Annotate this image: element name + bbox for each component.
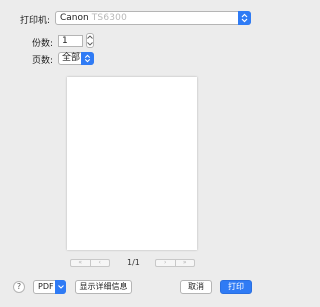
- page-nav-back: « ‹: [70, 259, 110, 267]
- printer-select[interactable]: Canon TS6300: [55, 11, 251, 25]
- question-icon: ?: [16, 282, 22, 291]
- chevron-updown-icon: [81, 52, 94, 65]
- copies-label: 份数:: [32, 39, 54, 49]
- page-nav-forward: › »: [155, 259, 195, 267]
- page-counter: 1/1: [127, 258, 140, 267]
- chevron-left-icon: ‹: [98, 259, 101, 266]
- pages-value: 全部: [62, 53, 81, 63]
- previous-page-button[interactable]: ‹: [89, 259, 110, 266]
- show-details-button[interactable]: 显示详细信息: [75, 280, 132, 294]
- pdf-label: PDF: [38, 282, 54, 291]
- help-button[interactable]: ?: [13, 281, 25, 293]
- pdf-menu-button[interactable]: PDF: [33, 280, 66, 294]
- page-preview: [67, 77, 197, 250]
- first-page-button[interactable]: «: [71, 260, 90, 266]
- last-page-button[interactable]: »: [174, 259, 195, 266]
- next-page-button[interactable]: ›: [156, 260, 175, 266]
- print-button[interactable]: 打印: [220, 280, 252, 294]
- chevron-right-icon: ›: [164, 259, 167, 266]
- double-chevron-right-icon: »: [182, 259, 187, 266]
- copies-field[interactable]: 1: [58, 35, 83, 47]
- print-dialog: 打印机: CanonTS6300 份数: 1 页数: 全部 « ‹ 1/1 ›: [0, 0, 266, 307]
- printer-label: 打印机:: [20, 16, 51, 26]
- copies-stepper[interactable]: [86, 33, 94, 48]
- stepper-down-icon[interactable]: [87, 41, 93, 46]
- chevron-updown-icon: [238, 11, 251, 25]
- pages-label: 页数:: [32, 56, 54, 66]
- cancel-button[interactable]: 取消: [180, 280, 212, 294]
- printer-brand: Canon: [60, 13, 89, 23]
- pages-select[interactable]: 全部: [58, 52, 94, 65]
- chevron-down-icon: [55, 280, 66, 294]
- double-chevron-left-icon: «: [78, 259, 83, 266]
- printer-model: TS6300: [91, 13, 128, 23]
- stepper-up-icon[interactable]: [87, 35, 93, 40]
